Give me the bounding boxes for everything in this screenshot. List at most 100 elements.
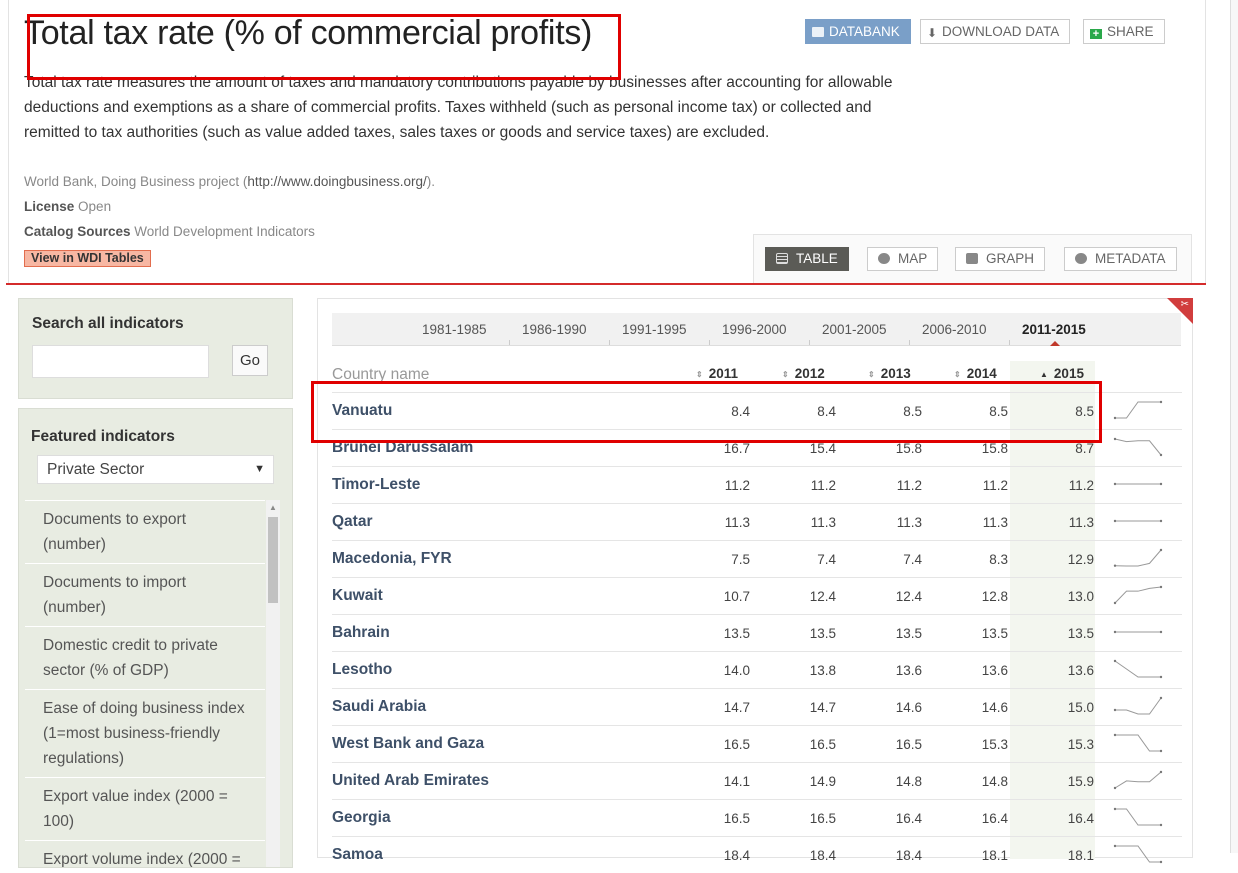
country-link[interactable]: Samoa: [332, 846, 383, 864]
sparkline-point: [1159, 630, 1163, 634]
country-link[interactable]: Kuwait: [332, 587, 383, 605]
table-cell: 7.4: [817, 552, 836, 567]
table-cell: 11.3: [896, 515, 922, 530]
sparkline-point: [1113, 630, 1117, 634]
table-cell: 16.4: [895, 811, 922, 826]
country-link[interactable]: Timor-Leste: [332, 476, 420, 494]
country-link[interactable]: Georgia: [332, 809, 391, 827]
year-range-tick: [609, 340, 610, 345]
sparkline: [1113, 630, 1163, 634]
year-range-tick: [709, 340, 710, 345]
tab-map[interactable]: MAP: [867, 247, 939, 271]
sparkline: [1113, 548, 1163, 567]
tab-map-label: MAP: [898, 251, 928, 266]
table-cell: 13.6: [981, 663, 1008, 678]
table-cell: 14.0: [723, 663, 750, 678]
source-link[interactable]: http://www.doingbusiness.org/: [247, 174, 426, 189]
table-row: West Bank and Gaza 16.5 16.5 16.5 15.3 15.3: [332, 725, 1182, 762]
download-data-button[interactable]: ⬇ DOWNLOAD DATA: [920, 19, 1071, 44]
catalog-value[interactable]: World Development Indicators: [134, 224, 315, 239]
year-range-1991-1995[interactable]: 1991-1995: [622, 322, 687, 337]
indicator-list-item[interactable]: Domestic credit to private sector (% of …: [25, 626, 265, 689]
country-link[interactable]: West Bank and Gaza: [332, 735, 484, 753]
sort-icon: ⇕: [868, 370, 875, 379]
table-row: Qatar 11.3 11.3 11.3 11.3 11.3: [332, 503, 1182, 540]
catalog-label: Catalog Sources: [24, 224, 131, 239]
sparkline-point: [1159, 400, 1163, 404]
year-range-1986-1990[interactable]: 1986-1990: [522, 322, 587, 337]
table-cell: 12.4: [809, 589, 836, 604]
year-range-tick: [509, 340, 510, 345]
year-range-2011-2015[interactable]: 2011-2015: [1022, 322, 1086, 337]
sparkline-point: [1159, 770, 1163, 774]
tab-metadata[interactable]: METADATA: [1064, 247, 1177, 271]
sparkline-line: [1114, 660, 1161, 678]
table-cell: 8.3: [989, 552, 1008, 567]
window-scrollbar-track[interactable]: [1230, 0, 1238, 853]
tab-graph[interactable]: GRAPH: [955, 247, 1046, 271]
year-header-2014[interactable]: ⇕ 2014: [954, 366, 997, 381]
sparkline-line: [1114, 549, 1162, 567]
caret-down-icon: ▼: [254, 463, 265, 475]
go-button[interactable]: Go: [232, 345, 268, 376]
indicator-list-item[interactable]: Export volume index (2000 = 100): [25, 840, 265, 867]
sparkline: [1113, 519, 1163, 523]
view-in-wdi-button[interactable]: View in WDI Tables: [24, 250, 151, 267]
table-cell: 12.9: [1067, 552, 1094, 567]
table-cell: 11.2: [810, 478, 836, 493]
table-cell: 13.5: [981, 626, 1008, 641]
year-range-2006-2010[interactable]: 2006-2010: [922, 322, 987, 337]
section-divider: [6, 283, 1206, 285]
table-row: Timor-Leste 11.2 11.2 11.2 11.2 11.2: [332, 466, 1182, 503]
featured-category-select[interactable]: Private Sector ▼: [37, 455, 274, 484]
table-cell: 13.5: [809, 626, 836, 641]
year-header-2015[interactable]: ▲ 2015: [1040, 366, 1084, 381]
year-header-2011[interactable]: ⇕ 2011: [696, 366, 738, 381]
search-panel: Search all indicators Go: [18, 298, 293, 399]
indicator-list-item[interactable]: Ease of doing business index (1=most bus…: [25, 689, 265, 777]
year-header-2012[interactable]: ⇕ 2012: [782, 366, 825, 381]
indicator-list-item[interactable]: Export value index (2000 = 100): [25, 777, 265, 840]
scroll-up-icon[interactable]: ▲: [269, 503, 277, 512]
sparkline-point: [1159, 585, 1163, 589]
info-icon: [1075, 253, 1087, 264]
table-cell: 11.3: [1068, 515, 1094, 530]
sparkline-point: [1113, 708, 1117, 712]
indicator-list-item[interactable]: Documents to export (number): [25, 500, 265, 563]
year-range-1981-1985[interactable]: 1981-1985: [422, 322, 487, 337]
indicator-list-scrollbar[interactable]: ▲: [266, 500, 280, 867]
databank-button[interactable]: DATABANK: [805, 19, 911, 44]
sparkline-line: [1114, 438, 1162, 456]
sparkline: [1113, 482, 1163, 486]
sparkline: [1113, 585, 1163, 605]
country-link[interactable]: Bahrain: [332, 624, 390, 642]
table-cell: 11.3: [810, 515, 836, 530]
sparkline-point: [1113, 416, 1117, 420]
year-header-2013[interactable]: ⇕ 2013: [868, 366, 911, 381]
table-cell: 14.8: [895, 774, 922, 789]
sparkline-point: [1113, 659, 1117, 663]
country-link[interactable]: Saudi Arabia: [332, 698, 426, 716]
tab-table[interactable]: TABLE: [765, 247, 849, 271]
sparkline-point: [1159, 860, 1163, 864]
sparkline-line: [1115, 401, 1161, 419]
table-cell: 14.8: [981, 774, 1008, 789]
scroll-thumb[interactable]: [268, 517, 278, 603]
sparkline-point: [1159, 453, 1163, 457]
license-label: License: [24, 199, 75, 214]
search-input[interactable]: [32, 345, 209, 378]
sparkline: [1113, 733, 1163, 753]
country-link[interactable]: Qatar: [332, 513, 373, 531]
table-cell: 13.5: [723, 626, 750, 641]
indicator-list-item[interactable]: Documents to import (number): [25, 563, 265, 626]
country-link[interactable]: Macedonia, FYR: [332, 550, 452, 568]
year-range-1996-2000[interactable]: 1996-2000: [722, 322, 787, 337]
title-highlight-box: [27, 14, 621, 80]
year-range-2001-2005[interactable]: 2001-2005: [822, 322, 887, 337]
country-link[interactable]: United Arab Emirates: [332, 772, 489, 790]
country-link[interactable]: Lesotho: [332, 661, 392, 679]
sparkline-line: [1115, 845, 1161, 863]
share-button[interactable]: + SHARE: [1083, 19, 1165, 44]
table-cell: 14.1: [723, 774, 750, 789]
sparkline-point: [1159, 482, 1163, 486]
